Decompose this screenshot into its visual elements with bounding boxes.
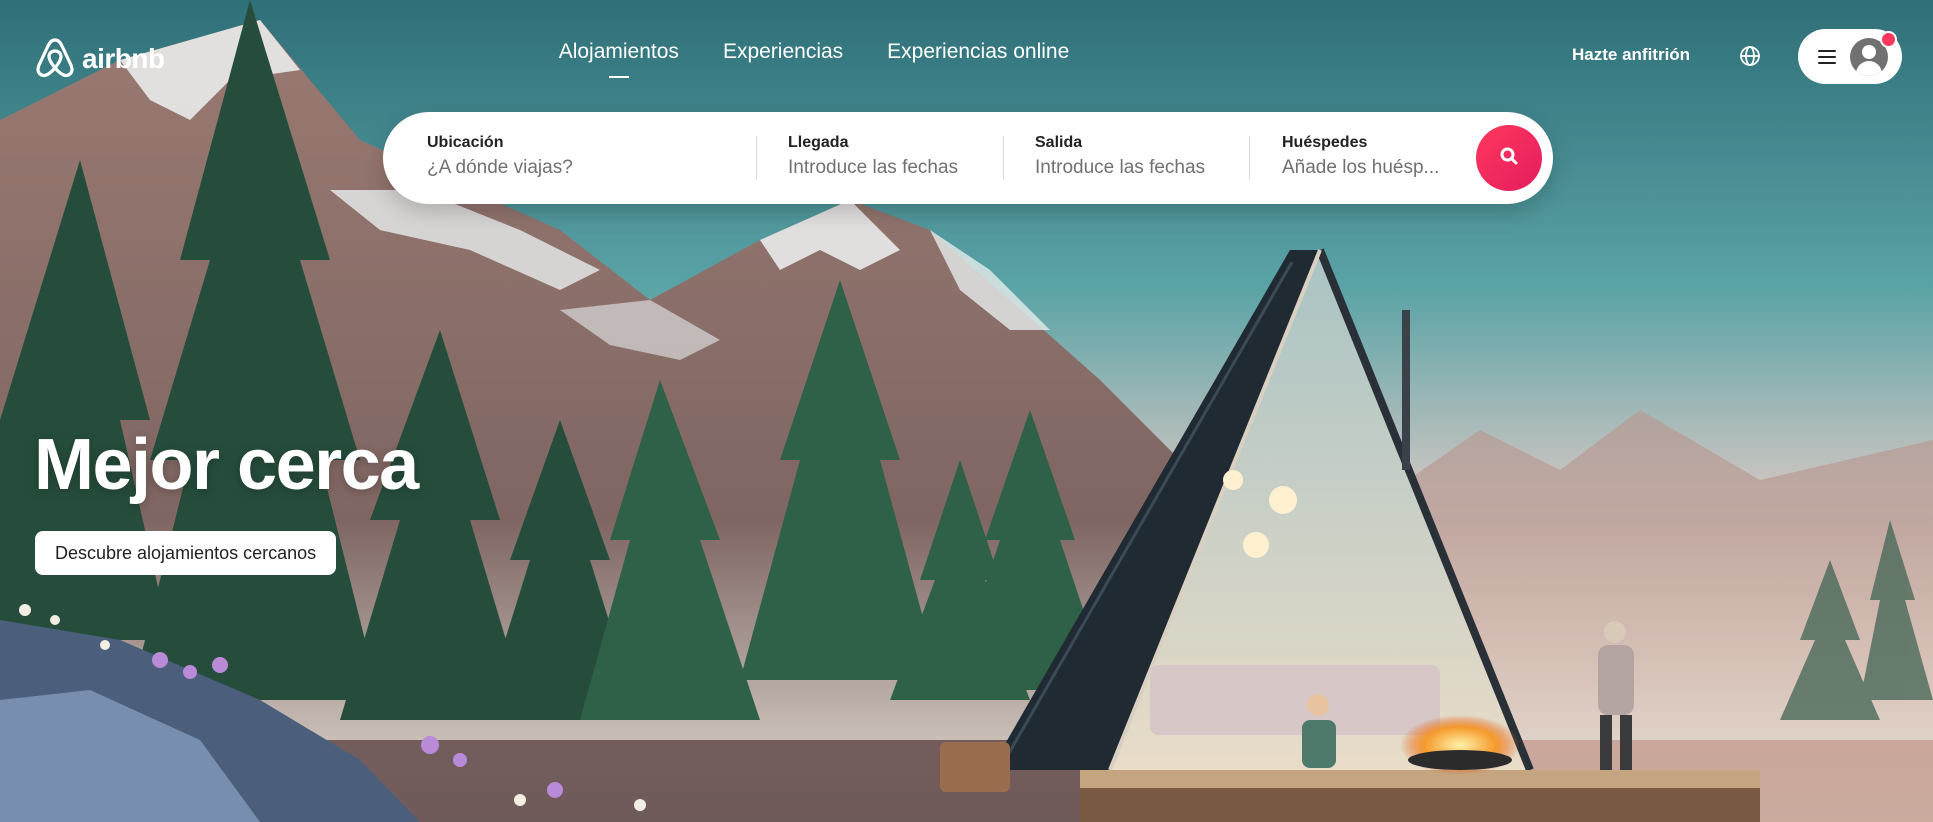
airbnb-logo[interactable]: airbnb bbox=[34, 34, 165, 83]
search-icon bbox=[1499, 146, 1519, 171]
discover-nearby-button[interactable]: Descubre alojamientos cercanos bbox=[35, 531, 337, 575]
search-divider bbox=[756, 136, 757, 180]
checkout-field[interactable]: Salida Introduce las fechas bbox=[1035, 112, 1255, 204]
tab-experiencias-online[interactable]: Experiencias online bbox=[887, 40, 1069, 64]
tab-alojamientos[interactable]: Alojamientos bbox=[559, 40, 679, 64]
location-label: Ubicación bbox=[427, 134, 504, 151]
location-field[interactable]: Ubicación ¿A dónde viajas? bbox=[427, 112, 747, 204]
airbnb-belo-icon bbox=[34, 34, 76, 83]
search-divider bbox=[1003, 136, 1004, 180]
hero-title: Mejor cerca bbox=[34, 425, 419, 505]
hamburger-menu-icon bbox=[1818, 49, 1836, 64]
become-host-link[interactable]: Hazte anfitrión bbox=[1572, 45, 1690, 65]
guests-field[interactable]: Huéspedes Añade los huésp... bbox=[1282, 112, 1467, 204]
search-button[interactable] bbox=[1476, 125, 1542, 191]
checkout-label: Salida bbox=[1035, 134, 1083, 151]
tab-experiencias[interactable]: Experiencias bbox=[723, 40, 843, 64]
checkout-input[interactable]: Introduce las fechas bbox=[1035, 157, 1255, 179]
guests-label: Huéspedes bbox=[1282, 134, 1368, 151]
notification-dot bbox=[1880, 31, 1897, 48]
checkin-label: Llegada bbox=[788, 134, 849, 151]
globe-icon[interactable] bbox=[1739, 45, 1761, 67]
airbnb-wordmark: airbnb bbox=[82, 42, 165, 74]
checkin-field[interactable]: Llegada Introduce las fechas bbox=[788, 112, 1008, 204]
search-bar: Ubicación ¿A dónde viajas? Llegada Intro… bbox=[383, 112, 1553, 204]
search-divider bbox=[1249, 136, 1250, 180]
checkin-input[interactable]: Introduce las fechas bbox=[788, 157, 1008, 179]
guests-input[interactable]: Añade los huésp... bbox=[1282, 157, 1467, 179]
location-input[interactable]: ¿A dónde viajas? bbox=[427, 157, 747, 179]
